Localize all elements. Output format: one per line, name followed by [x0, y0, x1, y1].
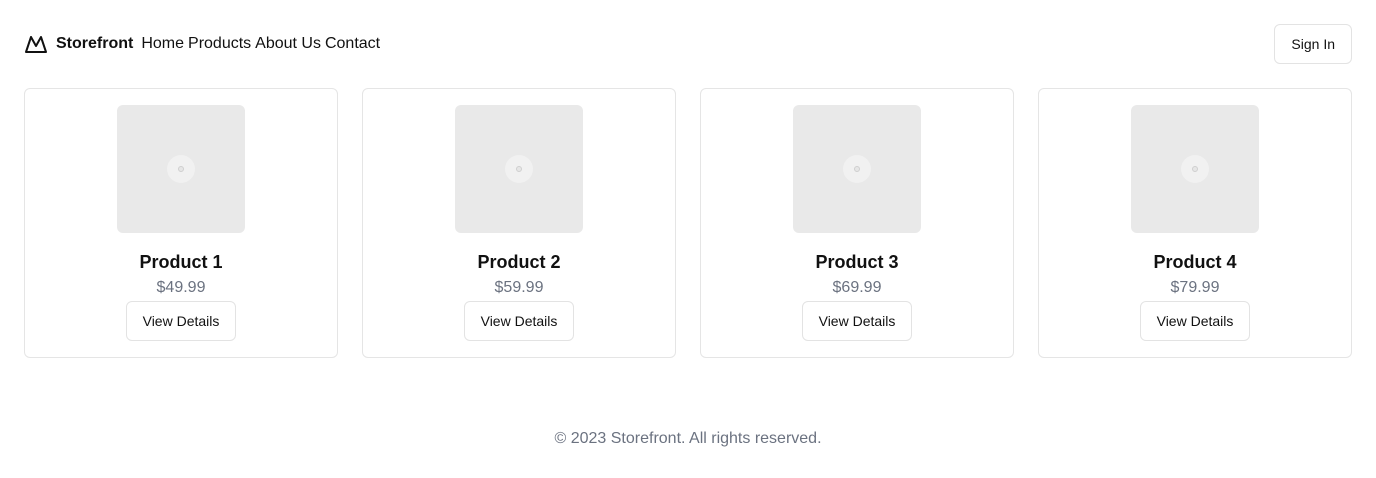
brand-name: Storefront — [56, 35, 134, 52]
product-name: Product 2 — [477, 252, 561, 272]
view-details-button[interactable]: View Details — [463, 301, 575, 341]
product-price: $79.99 — [1170, 279, 1220, 296]
product-price: $49.99 — [156, 279, 206, 296]
product-image — [455, 105, 583, 233]
mountain-icon — [24, 32, 48, 56]
sign-in-button[interactable]: Sign In — [1274, 24, 1352, 64]
view-details-button[interactable]: View Details — [801, 301, 913, 341]
image-placeholder-icon — [167, 155, 195, 183]
image-placeholder-icon — [843, 155, 871, 183]
product-name: Product 4 — [1153, 252, 1237, 272]
brand[interactable]: Storefront Home Products About Us Contac… — [24, 32, 380, 56]
nav-contact[interactable]: Contact — [325, 35, 380, 53]
product-name: Product 1 — [139, 252, 223, 272]
view-details-button[interactable]: View Details — [1139, 301, 1251, 341]
product-card: Product 3 $69.99 View Details — [700, 88, 1014, 358]
product-grid: Product 1 $49.99 View Details Product 2 … — [24, 88, 1352, 358]
product-price: $59.99 — [494, 279, 544, 296]
product-image — [793, 105, 921, 233]
product-image — [1131, 105, 1259, 233]
product-card: Product 1 $49.99 View Details — [24, 88, 338, 358]
product-card: Product 4 $79.99 View Details — [1038, 88, 1352, 358]
main-nav: Home Products About Us Contact — [141, 35, 380, 53]
product-image — [117, 105, 245, 233]
product-card: Product 2 $59.99 View Details — [362, 88, 676, 358]
nav-home[interactable]: Home — [141, 35, 184, 53]
site-header: Storefront Home Products About Us Contac… — [24, 24, 1352, 64]
nav-about-us[interactable]: About Us — [255, 35, 321, 53]
view-details-button[interactable]: View Details — [125, 301, 237, 341]
image-placeholder-icon — [505, 155, 533, 183]
image-placeholder-icon — [1181, 155, 1209, 183]
nav-products[interactable]: Products — [188, 35, 251, 53]
site-footer: © 2023 Storefront. All rights reserved. — [554, 430, 822, 447]
product-price: $69.99 — [832, 279, 882, 296]
product-name: Product 3 — [815, 252, 899, 272]
